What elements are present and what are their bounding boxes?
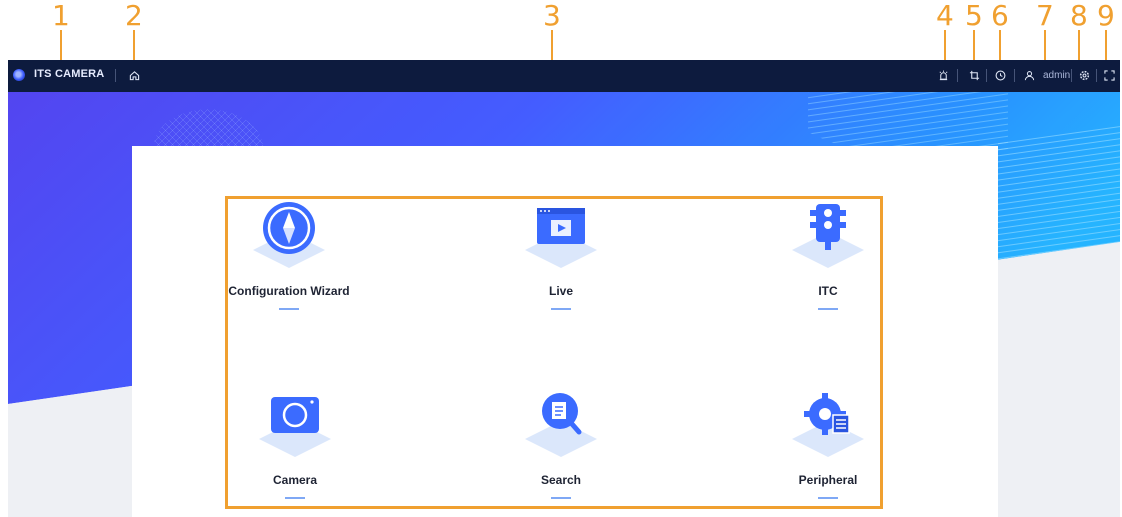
logo-icon: [13, 69, 25, 81]
tile-label: Live: [548, 284, 573, 298]
callout-line-1: [60, 30, 62, 62]
callout-5: 5: [965, 0, 983, 32]
tile-itc[interactable]: ITC: [753, 198, 903, 318]
callout-line-7: [1044, 30, 1046, 62]
tile-configuration-wizard[interactable]: Configuration Wizard: [214, 198, 364, 318]
alarm-icon[interactable]: [936, 68, 950, 82]
tile-camera[interactable]: Camera: [220, 387, 370, 507]
callout-line-8: [1078, 30, 1080, 62]
callout-7: 7: [1036, 0, 1054, 32]
fullscreen-icon[interactable]: [1102, 68, 1116, 82]
username-label[interactable]: admin: [1043, 70, 1070, 81]
tile-live[interactable]: Live: [486, 198, 636, 318]
tile-underline: [818, 497, 838, 499]
callout-line-4: [944, 30, 946, 62]
traffic-light-icon: [788, 198, 868, 270]
tile-label: Camera: [272, 473, 318, 487]
brand-title: ITS CAMERA: [34, 68, 105, 80]
video-player-icon: [521, 198, 601, 270]
tile-underline: [551, 308, 571, 310]
top-bar: ITS CAMERA admin: [8, 60, 1120, 92]
tile-underline: [285, 497, 305, 499]
settings-icon[interactable]: [1077, 68, 1091, 82]
tile-underline: [551, 497, 571, 499]
tile-peripheral[interactable]: Peripheral: [753, 387, 903, 507]
tile-label: Search: [540, 473, 582, 487]
callout-8: 8: [1070, 0, 1088, 32]
callout-line-9: [1105, 30, 1107, 62]
callout-line-5: [973, 30, 975, 62]
divider: [986, 69, 987, 82]
callout-6: 6: [991, 0, 1009, 32]
callout-1: 1: [52, 0, 70, 32]
tile-search[interactable]: Search: [486, 387, 636, 507]
crop-icon[interactable]: [967, 68, 981, 82]
search-document-icon: [521, 387, 601, 459]
camera-icon: [255, 387, 335, 459]
callout-line-6: [999, 30, 1001, 62]
user-icon[interactable]: [1022, 68, 1036, 82]
callout-3: 3: [543, 0, 561, 32]
divider: [957, 69, 958, 82]
callout-9: 9: [1097, 0, 1115, 32]
tile-underline: [818, 308, 838, 310]
callout-4: 4: [936, 0, 954, 32]
divider: [1096, 69, 1097, 82]
divider: [115, 69, 116, 82]
callout-line-2: [133, 30, 135, 62]
divider: [1014, 69, 1015, 82]
callout-2: 2: [125, 0, 143, 32]
tile-underline: [279, 308, 299, 310]
tile-label: ITC: [818, 284, 838, 298]
compass-icon: [249, 198, 329, 270]
tile-label: Peripheral: [798, 473, 858, 487]
clock-icon[interactable]: [993, 68, 1007, 82]
gear-document-icon: [788, 387, 868, 459]
tile-label: Configuration Wizard: [228, 284, 350, 298]
home-icon[interactable]: [127, 68, 141, 82]
divider: [1071, 69, 1072, 82]
